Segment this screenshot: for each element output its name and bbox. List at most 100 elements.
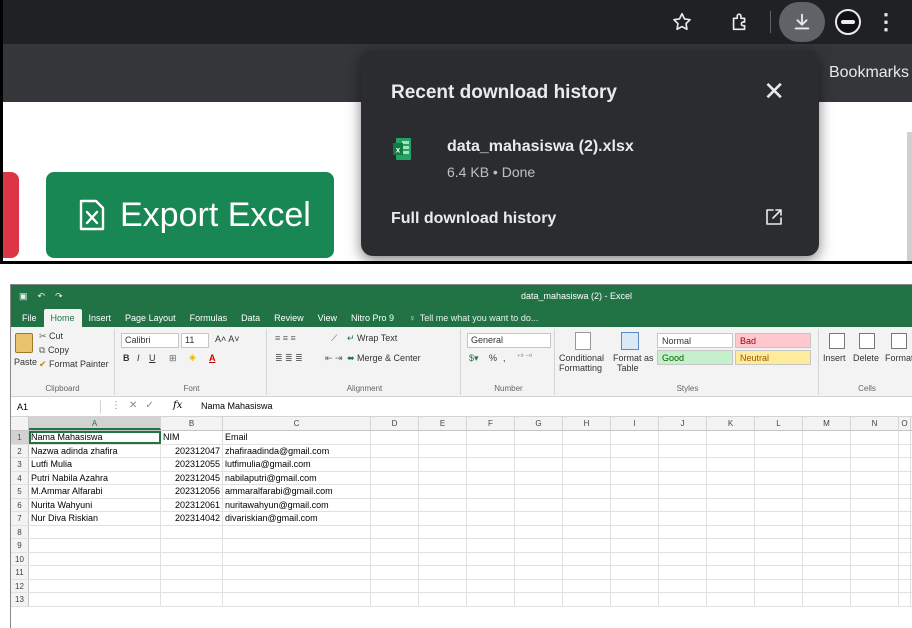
cell[interactable] — [29, 539, 161, 552]
cell[interactable] — [707, 471, 755, 484]
number-format-select[interactable]: General — [467, 333, 551, 348]
cell[interactable] — [803, 431, 851, 444]
cell[interactable] — [899, 431, 911, 444]
font-name-select[interactable]: Calibri — [121, 333, 179, 348]
cell[interactable] — [755, 593, 803, 606]
paste-button[interactable]: Paste — [14, 357, 37, 367]
cell[interactable] — [803, 593, 851, 606]
red-button[interactable] — [3, 172, 19, 258]
cell[interactable] — [659, 485, 707, 498]
cell[interactable] — [803, 525, 851, 538]
cell[interactable] — [755, 552, 803, 565]
cell[interactable] — [515, 552, 563, 565]
cell[interactable] — [371, 566, 419, 579]
cell[interactable] — [515, 458, 563, 471]
close-icon[interactable]: ✕ — [763, 76, 785, 107]
cell[interactable] — [851, 498, 899, 511]
delete-button[interactable]: Delete — [853, 353, 879, 363]
row-header[interactable]: 10 — [11, 552, 29, 565]
cell[interactable] — [419, 485, 467, 498]
tab-home[interactable]: Home — [43, 309, 82, 327]
cell[interactable]: Putri Nabila Azahra — [29, 471, 161, 484]
align-left-icons[interactable]: ≣ ≣ ≣ — [275, 353, 303, 364]
row-header[interactable]: 12 — [11, 579, 29, 592]
cell[interactable]: lutfimulia@gmail.com — [223, 458, 371, 471]
cell[interactable] — [803, 539, 851, 552]
undo-icon[interactable]: ↶ — [38, 291, 46, 302]
cell[interactable] — [161, 579, 223, 592]
cell[interactable] — [755, 579, 803, 592]
cell[interactable] — [29, 525, 161, 538]
cell[interactable] — [371, 431, 419, 444]
cell[interactable] — [515, 566, 563, 579]
row-header[interactable]: 7 — [11, 512, 29, 525]
cell[interactable] — [563, 525, 611, 538]
cell[interactable]: divariskian@gmail.com — [223, 512, 371, 525]
cell[interactable] — [563, 485, 611, 498]
cell[interactable] — [223, 579, 371, 592]
cell[interactable] — [611, 485, 659, 498]
cell[interactable] — [851, 471, 899, 484]
cell[interactable] — [467, 471, 515, 484]
cell[interactable] — [851, 444, 899, 457]
cell[interactable] — [467, 566, 515, 579]
cell[interactable] — [371, 593, 419, 606]
orientation-icon[interactable]: ⟋ — [331, 333, 337, 344]
download-button[interactable] — [779, 2, 825, 42]
cell[interactable] — [803, 498, 851, 511]
cell[interactable] — [29, 566, 161, 579]
cell[interactable] — [899, 444, 911, 457]
bold-icon[interactable]: B — [123, 353, 130, 363]
cell[interactable] — [563, 539, 611, 552]
cell[interactable] — [161, 525, 223, 538]
cell[interactable] — [419, 512, 467, 525]
column-header[interactable]: D — [371, 417, 419, 430]
cell[interactable] — [223, 593, 371, 606]
cell[interactable] — [707, 512, 755, 525]
row-header[interactable]: 4 — [11, 471, 29, 484]
cell[interactable] — [755, 566, 803, 579]
borders-icon[interactable]: ⊞ — [169, 353, 177, 364]
cell[interactable] — [851, 431, 899, 444]
conditional-formatting-button[interactable]: Conditional — [559, 353, 604, 363]
cell[interactable] — [371, 485, 419, 498]
cell[interactable] — [419, 552, 467, 565]
cell[interactable] — [563, 498, 611, 511]
cell[interactable] — [803, 485, 851, 498]
tab-page-layout[interactable]: Page Layout — [118, 309, 183, 327]
cell[interactable] — [851, 539, 899, 552]
row-header[interactable]: 13 — [11, 593, 29, 606]
cell[interactable] — [803, 444, 851, 457]
style-good[interactable]: Good — [657, 350, 733, 365]
cell[interactable] — [707, 579, 755, 592]
cell[interactable] — [419, 444, 467, 457]
cell[interactable] — [707, 566, 755, 579]
row-header[interactable]: 11 — [11, 566, 29, 579]
cell[interactable] — [223, 566, 371, 579]
cell[interactable] — [707, 485, 755, 498]
cell[interactable] — [467, 431, 515, 444]
cell[interactable] — [659, 512, 707, 525]
cell[interactable]: M.Ammar Alfarabi — [29, 485, 161, 498]
cell[interactable]: nabilaputri@gmail.com — [223, 471, 371, 484]
column-header[interactable]: G — [515, 417, 563, 430]
cell[interactable] — [515, 593, 563, 606]
cell[interactable] — [515, 579, 563, 592]
cell[interactable]: 202312047 — [161, 444, 223, 457]
cell[interactable] — [659, 525, 707, 538]
cell[interactable] — [659, 539, 707, 552]
cell[interactable] — [659, 566, 707, 579]
row-header[interactable]: 8 — [11, 525, 29, 538]
cell[interactable] — [467, 512, 515, 525]
cell[interactable] — [611, 579, 659, 592]
cell[interactable] — [659, 552, 707, 565]
tab-review[interactable]: Review — [267, 309, 311, 327]
cell[interactable] — [851, 552, 899, 565]
cell[interactable] — [563, 471, 611, 484]
cell[interactable] — [467, 458, 515, 471]
row-header[interactable]: 3 — [11, 458, 29, 471]
decimal-icons[interactable]: ⁺⁰ ⁻⁰ — [517, 353, 532, 361]
cell[interactable] — [707, 444, 755, 457]
cell[interactable] — [161, 552, 223, 565]
name-box[interactable]: A1 — [15, 400, 101, 414]
